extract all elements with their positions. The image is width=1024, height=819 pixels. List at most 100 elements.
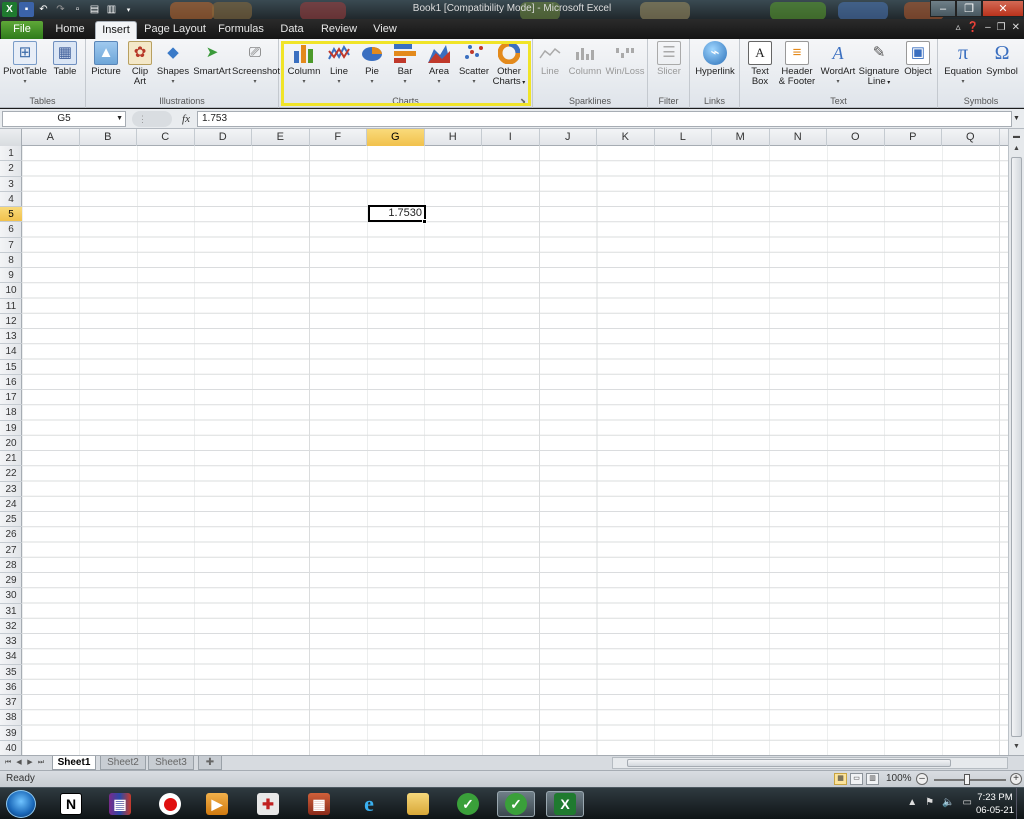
name-box[interactable]: G5 ▼ bbox=[2, 111, 126, 127]
column-header-k[interactable]: K bbox=[597, 129, 655, 146]
row-header-27[interactable]: 27 bbox=[0, 543, 22, 558]
sheet-tab-sheet3[interactable]: Sheet3 bbox=[148, 756, 194, 770]
name-box-dropdown-icon[interactable]: ▼ bbox=[116, 112, 123, 126]
show-hidden-icons-icon[interactable]: ▲ bbox=[907, 797, 917, 808]
screenshot-button[interactable]: ⎚ Screenshot ▾ bbox=[232, 41, 280, 87]
tab-view[interactable]: View bbox=[368, 21, 402, 39]
scroll-down-icon[interactable]: ▼ bbox=[1011, 741, 1022, 753]
row-header-8[interactable]: 8 bbox=[0, 253, 22, 268]
fill-handle[interactable] bbox=[422, 219, 427, 224]
taskbar-app-green[interactable]: ✓ bbox=[449, 791, 487, 817]
expand-formula-bar-icon[interactable]: ▼ bbox=[1013, 111, 1022, 127]
column-header-q[interactable]: Q bbox=[942, 129, 1000, 146]
textbox-button[interactable]: A Text Box bbox=[746, 41, 774, 87]
signature-line-button[interactable]: ✎ Signature Line ▾ bbox=[858, 41, 900, 88]
row-header-11[interactable]: 11 bbox=[0, 299, 22, 314]
next-sheet-icon[interactable]: ▶ bbox=[25, 757, 35, 769]
tab-data[interactable]: Data bbox=[276, 21, 308, 39]
help-icon[interactable]: ❓ bbox=[967, 22, 979, 33]
taskbar-clock[interactable]: 7:23 PM 06-05-21 bbox=[976, 791, 1014, 817]
column-header-i[interactable]: I bbox=[482, 129, 540, 146]
row-header-5[interactable]: 5 bbox=[0, 207, 22, 223]
row-header-23[interactable]: 23 bbox=[0, 482, 22, 497]
taskbar-firewall[interactable]: ▦ bbox=[300, 791, 338, 817]
row-header-21[interactable]: 21 bbox=[0, 451, 22, 467]
column-header-n[interactable]: N bbox=[770, 129, 827, 146]
volume-icon[interactable]: 🔈 bbox=[942, 797, 954, 808]
row-header-24[interactable]: 24 bbox=[0, 497, 22, 512]
prev-sheet-icon[interactable]: ◀ bbox=[14, 757, 24, 769]
close-button[interactable]: ✕ bbox=[982, 0, 1024, 17]
smartart-button[interactable]: ➤ SmartArt bbox=[192, 41, 232, 77]
zoom-slider-knob[interactable] bbox=[964, 774, 970, 785]
horizontal-scroll-thumb[interactable] bbox=[627, 759, 951, 767]
picture-button[interactable]: ▲ Picture bbox=[90, 41, 122, 77]
row-header-25[interactable]: 25 bbox=[0, 512, 22, 528]
row-header-40[interactable]: 40 bbox=[0, 741, 22, 755]
column-header-g[interactable]: G bbox=[367, 129, 425, 146]
shapes-button[interactable]: ◆ Shapes ▾ bbox=[156, 41, 190, 87]
equation-button[interactable]: π Equation ▾ bbox=[942, 41, 984, 87]
tab-page-layout[interactable]: Page Layout bbox=[144, 21, 206, 39]
taskbar-media-player[interactable]: ▶ bbox=[198, 791, 236, 817]
last-sheet-icon[interactable]: ⏭ bbox=[36, 757, 46, 769]
sparkline-line-button[interactable]: Line bbox=[537, 41, 563, 77]
row-header-10[interactable]: 10 bbox=[0, 283, 22, 299]
tab-home[interactable]: Home bbox=[50, 21, 90, 39]
row-header-33[interactable]: 33 bbox=[0, 634, 22, 650]
row-header-37[interactable]: 37 bbox=[0, 695, 22, 711]
row-header-30[interactable]: 30 bbox=[0, 588, 22, 604]
column-header-m[interactable]: M bbox=[712, 129, 770, 146]
row-header-9[interactable]: 9 bbox=[0, 268, 22, 284]
insert-function-button[interactable]: fx bbox=[178, 111, 194, 127]
taskbar-recorder[interactable] bbox=[151, 791, 189, 817]
pivottable-button[interactable]: ⊞ PivotTable ▾ bbox=[3, 41, 47, 87]
show-desktop-button[interactable] bbox=[1016, 788, 1024, 819]
row-header-16[interactable]: 16 bbox=[0, 375, 22, 390]
row-header-35[interactable]: 35 bbox=[0, 665, 22, 680]
action-center-icon[interactable]: ⚑ bbox=[925, 797, 934, 808]
column-header-e[interactable]: E bbox=[252, 129, 310, 146]
symbol-button[interactable]: Ω Symbol bbox=[984, 41, 1020, 77]
workbook-restore-icon[interactable]: ❐ bbox=[997, 22, 1006, 33]
row-header-28[interactable]: 28 bbox=[0, 558, 22, 573]
row-header-7[interactable]: 7 bbox=[0, 238, 22, 253]
row-header-32[interactable]: 32 bbox=[0, 619, 22, 634]
taskbar-file-explorer[interactable] bbox=[399, 791, 437, 817]
taskbar-notion[interactable]: N bbox=[52, 791, 90, 817]
row-header-14[interactable]: 14 bbox=[0, 344, 22, 360]
page-layout-view-icon[interactable]: ▭ bbox=[850, 773, 863, 785]
row-header-18[interactable]: 18 bbox=[0, 405, 22, 421]
row-header-1[interactable]: 1 bbox=[0, 146, 22, 162]
row-header-39[interactable]: 39 bbox=[0, 726, 22, 741]
formula-input[interactable]: 1.753 bbox=[197, 111, 1012, 127]
taskbar-excel[interactable]: X bbox=[546, 791, 584, 817]
wordart-button[interactable]: A WordArt ▾ bbox=[818, 41, 858, 87]
column-header-h[interactable]: H bbox=[425, 129, 482, 146]
row-header-4[interactable]: 4 bbox=[0, 192, 22, 207]
tab-file[interactable]: File bbox=[1, 21, 43, 39]
horizontal-scrollbar[interactable] bbox=[612, 757, 1008, 769]
object-button[interactable]: ▣ Object bbox=[902, 41, 934, 77]
taskbar-app-store[interactable]: ✚ bbox=[249, 791, 287, 817]
row-header-34[interactable]: 34 bbox=[0, 649, 22, 665]
row-header-6[interactable]: 6 bbox=[0, 222, 22, 238]
scroll-up-icon[interactable]: ▲ bbox=[1011, 143, 1022, 155]
column-header-d[interactable]: D bbox=[195, 129, 252, 146]
sheet-tab-sheet2[interactable]: Sheet2 bbox=[100, 756, 146, 770]
row-header-17[interactable]: 17 bbox=[0, 390, 22, 406]
vertical-scroll-thumb[interactable] bbox=[1011, 157, 1022, 737]
row-header-13[interactable]: 13 bbox=[0, 329, 22, 345]
row-header-20[interactable]: 20 bbox=[0, 436, 22, 451]
zoom-out-button[interactable]: – bbox=[916, 773, 928, 785]
sparkline-column-button[interactable]: Column bbox=[567, 41, 603, 77]
row-header-22[interactable]: 22 bbox=[0, 466, 22, 482]
clipart-button[interactable]: ✿ Clip Art bbox=[126, 41, 154, 87]
vertical-scrollbar[interactable]: ▬ ▲ ▼ bbox=[1008, 129, 1024, 755]
row-header-19[interactable]: 19 bbox=[0, 421, 22, 436]
row-header-26[interactable]: 26 bbox=[0, 527, 22, 543]
minimize-ribbon-icon[interactable]: ▵ bbox=[956, 22, 961, 33]
tab-formulas[interactable]: Formulas bbox=[214, 21, 268, 39]
taskbar-winrar[interactable]: ▤ bbox=[101, 791, 139, 817]
column-header-f[interactable]: F bbox=[310, 129, 367, 146]
